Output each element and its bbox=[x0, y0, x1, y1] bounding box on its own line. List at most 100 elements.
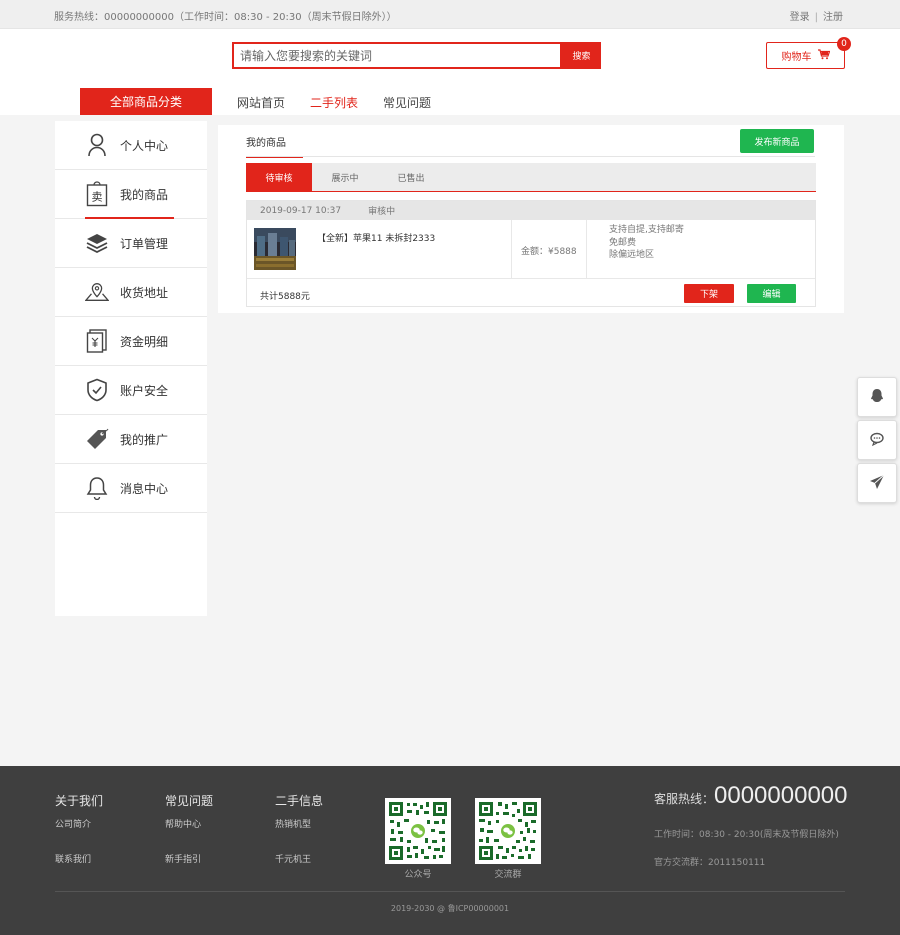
cart-count-badge: 0 bbox=[837, 37, 851, 51]
cart-button[interactable]: 购物车 bbox=[766, 42, 845, 69]
footer-link[interactable]: 热销机型 bbox=[275, 817, 323, 830]
product-thumbnail[interactable] bbox=[254, 228, 296, 270]
footer-col-about: 关于我们 公司简介 联系我们 bbox=[55, 792, 103, 865]
product-title[interactable]: 【全新】苹果11 未拆封2333 bbox=[317, 231, 435, 244]
sidebar-item-label: 订单管理 bbox=[120, 236, 169, 251]
footer-link[interactable]: 新手指引 bbox=[165, 852, 213, 865]
order-status: 审核中 bbox=[368, 207, 396, 217]
hotline-number: 0000000000 bbox=[714, 782, 848, 809]
footer-link[interactable]: 联系我们 bbox=[55, 852, 103, 865]
footer-col-title: 二手信息 bbox=[275, 794, 324, 808]
ledger-icon bbox=[85, 329, 109, 353]
order-date: 2019-09-17 10:37 bbox=[260, 205, 342, 216]
tab-on-display[interactable]: 展示中 bbox=[312, 163, 378, 191]
sidebar-item-address[interactable]: 收货地址 bbox=[55, 268, 207, 317]
qr-official-account: 公众号 bbox=[385, 798, 451, 880]
order-header: 2019-09-17 10:37 审核中 bbox=[247, 201, 815, 220]
cart-icon bbox=[817, 48, 830, 63]
divider bbox=[246, 156, 815, 157]
search-box bbox=[232, 42, 562, 69]
footer-col-title: 常见问题 bbox=[165, 794, 214, 808]
sidebar-item-my-products[interactable]: 卖 我的商品 bbox=[55, 170, 207, 219]
user-icon bbox=[85, 133, 109, 157]
login-link[interactable]: 登录 bbox=[790, 12, 810, 23]
sidebar-item-security[interactable]: 账户安全 bbox=[55, 366, 207, 415]
product-amount: 金额：¥5888 bbox=[521, 247, 577, 257]
status-tabs: 待审核 展示中 已售出 bbox=[246, 163, 816, 192]
qr-code bbox=[475, 798, 541, 864]
footer-link[interactable]: 千元机王 bbox=[275, 852, 323, 865]
sidebar-item-funds[interactable]: 资金明细 bbox=[55, 317, 207, 366]
sidebar-item-label: 收货地址 bbox=[120, 285, 169, 300]
sell-tag-icon: 卖 bbox=[85, 181, 109, 207]
footer-link[interactable]: 公司简介 bbox=[55, 817, 103, 830]
send-icon bbox=[869, 474, 885, 493]
chat-icon bbox=[869, 431, 885, 450]
sidebar-item-personal-center[interactable]: 个人中心 bbox=[55, 121, 207, 170]
shield-icon bbox=[85, 378, 109, 402]
sidebar: 个人中心 卖 我的商品 订单管理 收货地址 资金明细 账户安全 我的推广 消息中… bbox=[55, 121, 207, 616]
divider bbox=[586, 220, 587, 279]
sidebar-item-orders[interactable]: 订单管理 bbox=[55, 219, 207, 268]
nav-home[interactable]: 网站首页 bbox=[237, 94, 285, 111]
take-down-button[interactable]: 下架 bbox=[684, 284, 734, 303]
sidebar-item-label: 消息中心 bbox=[120, 481, 169, 496]
order-body: 【全新】苹果11 未拆封2333 金额：¥5888 支持自提,支持邮寄 免邮费 … bbox=[247, 220, 815, 279]
footer-link[interactable]: 帮助中心 bbox=[165, 817, 213, 830]
sidebar-item-label: 我的商品 bbox=[120, 187, 169, 202]
shipping-line: 免邮费 bbox=[609, 237, 637, 248]
divider bbox=[511, 220, 512, 279]
hotline-label: 客服热线： bbox=[654, 792, 715, 806]
shipping-line: 除偏远地区 bbox=[609, 250, 655, 260]
map-pin-icon bbox=[85, 280, 109, 304]
qq-button[interactable] bbox=[857, 377, 897, 417]
order-total: 共计5888元 bbox=[260, 292, 310, 302]
work-time: 工作时间：08:30 - 20:30(周末及节假日除外) bbox=[654, 830, 839, 840]
account-links: 登录 | 注册 bbox=[790, 8, 843, 23]
sidebar-item-label: 我的推广 bbox=[120, 432, 169, 447]
tag-icon bbox=[85, 427, 109, 451]
sidebar-item-label: 资金明细 bbox=[120, 334, 169, 349]
register-link[interactable]: 注册 bbox=[823, 12, 843, 23]
all-categories-button[interactable]: 全部商品分类 bbox=[80, 88, 212, 115]
layers-icon bbox=[85, 231, 109, 255]
footer-hotline: 客服热线： 0000000000 bbox=[654, 782, 848, 810]
shipping-line: 支持自提,支持邮寄 bbox=[609, 225, 684, 235]
main-nav: 网站首页 二手列表 常见问题 bbox=[237, 94, 431, 111]
footer-col-title: 关于我们 bbox=[55, 794, 104, 808]
footer-col-secondhand: 二手信息 热销机型 千元机王 bbox=[275, 792, 323, 865]
sidebar-item-label: 个人中心 bbox=[120, 138, 169, 153]
top-bar: 服务热线：00000000000（工作时间：08:30 - 20:30（周末节假… bbox=[0, 0, 900, 29]
bell-icon bbox=[85, 476, 109, 500]
edit-button[interactable]: 编辑 bbox=[747, 284, 796, 303]
sidebar-item-messages[interactable]: 消息中心 bbox=[55, 464, 207, 513]
copyright: 2019-2030 @ 鲁ICP00000001 bbox=[390, 904, 510, 913]
chat-button[interactable] bbox=[857, 420, 897, 460]
footer: 关于我们 公司简介 联系我们 常见问题 帮助中心 新手指引 二手信息 热销机型 … bbox=[0, 766, 900, 935]
qr-label: 交流群 bbox=[494, 870, 522, 880]
tab-sold[interactable]: 已售出 bbox=[378, 163, 444, 191]
qr-code bbox=[385, 798, 451, 864]
order-card: 2019-09-17 10:37 审核中 【全新】苹果11 未拆封2333 金额… bbox=[246, 200, 816, 307]
tab-my-products[interactable]: 我的商品 bbox=[246, 134, 303, 158]
official-group: 官方交流群：2011150111 bbox=[654, 858, 766, 868]
search-button[interactable]: 搜索 bbox=[562, 42, 601, 69]
shipping-info: 支持自提,支持邮寄 免邮费 除偏远地区 bbox=[609, 224, 684, 262]
search-input[interactable] bbox=[234, 44, 560, 67]
footer-divider bbox=[55, 891, 845, 892]
header: 搜索 购物车 0 全部商品分类 网站首页 二手列表 常见问题 bbox=[0, 29, 900, 115]
main-panel: 我的商品 发布新商品 待审核 展示中 已售出 2019-09-17 10:37 … bbox=[218, 125, 844, 313]
nav-faq[interactable]: 常见问题 bbox=[383, 94, 431, 111]
qq-icon bbox=[869, 388, 885, 407]
publish-new-product-button[interactable]: 发布新商品 bbox=[740, 129, 814, 153]
sidebar-item-promotion[interactable]: 我的推广 bbox=[55, 415, 207, 464]
link-separator: | bbox=[814, 12, 818, 23]
qr-label: 公众号 bbox=[404, 870, 432, 880]
cart-label: 购物车 bbox=[781, 52, 812, 63]
sell-glyph: 卖 bbox=[92, 191, 103, 204]
tab-pending-review[interactable]: 待审核 bbox=[246, 163, 312, 191]
sidebar-item-label: 账户安全 bbox=[120, 383, 169, 398]
qr-group: 交流群 bbox=[475, 798, 541, 880]
nav-secondhand-list[interactable]: 二手列表 bbox=[310, 94, 358, 111]
send-button[interactable] bbox=[857, 463, 897, 503]
